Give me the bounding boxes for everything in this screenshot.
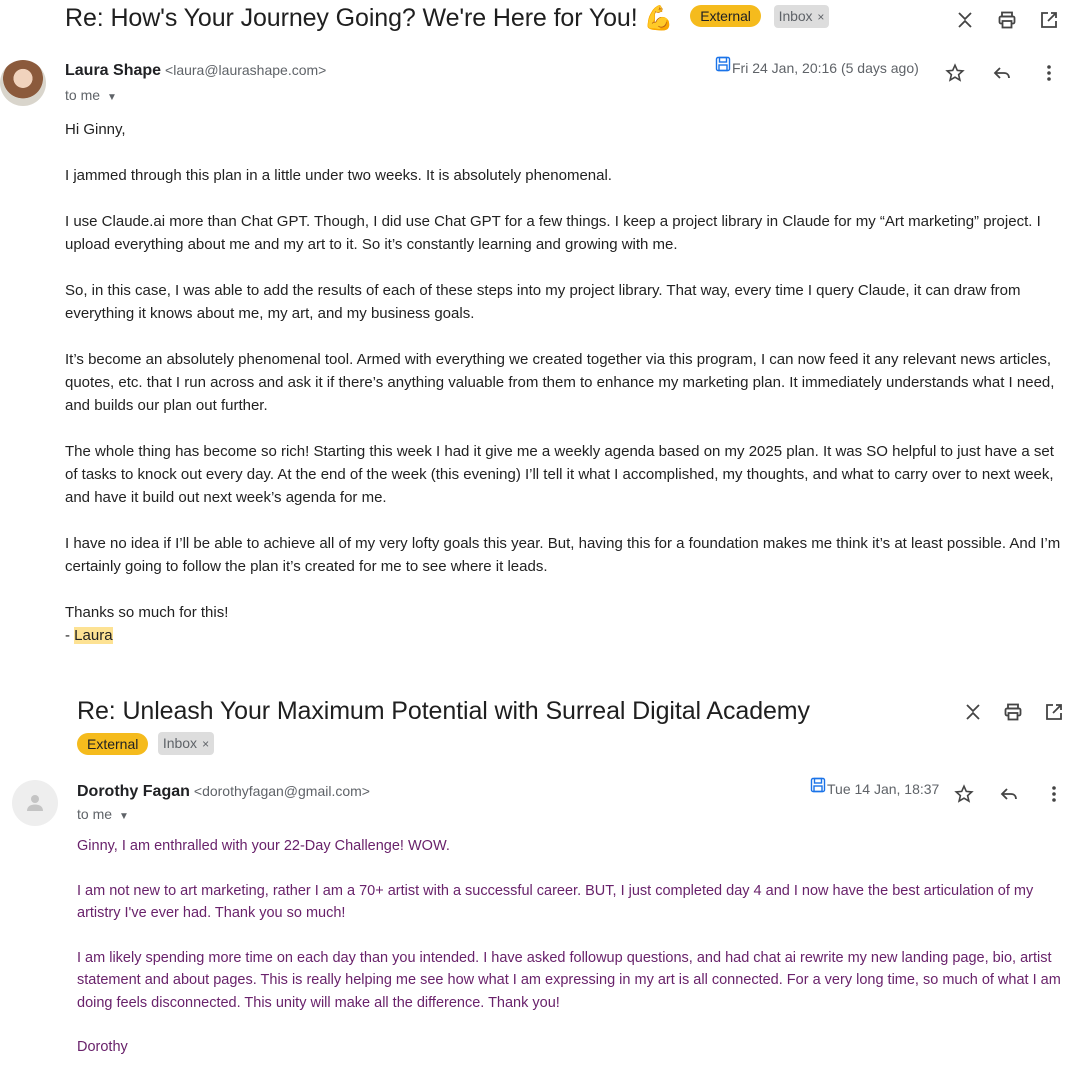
star-icon[interactable] — [943, 61, 967, 85]
email1-paragraph: So, in this case, I was able to add the … — [65, 282, 1021, 322]
inbox-label[interactable]: Inbox × — [157, 732, 215, 755]
chevron-down-icon[interactable]: ▼ — [119, 811, 129, 822]
signature-name: Laura — [74, 627, 113, 644]
reply-icon[interactable] — [997, 782, 1021, 806]
recipients-toggle[interactable]: to me ▼ — [77, 806, 129, 822]
email2-paragraph: I am not new to art marketing, rather I … — [77, 882, 1034, 922]
sender-line: Laura Shape <laura@laurashape.com> — [65, 62, 326, 80]
reply-icon[interactable] — [990, 61, 1014, 85]
sender-email: <laura@laurashape.com> — [165, 62, 327, 78]
email1-date-text: Fri 24 Jan, 20:16 (5 days ago) — [732, 60, 919, 76]
email1-subject-text: Re: How's Your Journey Going? We're Here… — [65, 4, 638, 32]
recipients-text: to me — [77, 806, 113, 822]
sender-avatar — [12, 780, 58, 826]
sender-name[interactable]: Laura Shape — [65, 62, 161, 79]
inbox-label[interactable]: Inbox × — [773, 4, 830, 28]
email2-paragraph: I am likely spending more time on each d… — [77, 949, 1061, 1011]
star-icon[interactable] — [952, 782, 976, 806]
email1-signature: - Laura — [65, 624, 1065, 647]
recipients-toggle[interactable]: to me ▼ — [65, 87, 117, 103]
inbox-label-text: Inbox — [778, 7, 813, 24]
sender-line: Dorothy Fagan <dorothyfagan@gmail.com> — [77, 783, 370, 801]
email1-subject: Re: How's Your Journey Going? We're Here… — [65, 4, 830, 33]
email2-subject: Re: Unleash Your Maximum Potential with … — [77, 697, 810, 725]
external-label: External — [77, 732, 149, 755]
flexed-biceps-emoji: 💪 — [643, 5, 674, 32]
chevron-down-icon[interactable]: ▼ — [107, 92, 117, 103]
recipients-text: to me — [65, 87, 101, 103]
signature-dash: - — [65, 627, 75, 644]
collapse-all-icon[interactable] — [961, 700, 985, 724]
remove-label-icon[interactable]: × — [202, 737, 209, 751]
external-label: External — [690, 5, 761, 28]
saved-disk-icon — [715, 56, 731, 72]
print-icon[interactable] — [995, 8, 1019, 32]
remove-label-icon[interactable]: × — [817, 10, 824, 24]
sender-avatar — [0, 60, 46, 106]
email2-date-text: Tue 14 Jan, 18:37 — [827, 781, 940, 797]
email1-date: Fri 24 Jan, 20:16 (5 days ago) — [715, 56, 919, 76]
email1-paragraph: I use Claude.ai more than Chat GPT. Thou… — [65, 213, 1041, 253]
email1-body: Hi Ginny, I jammed through this plan in … — [65, 118, 1065, 647]
email1-paragraph: I jammed through this plan in a little u… — [65, 167, 612, 184]
email1-greeting: Hi Ginny, — [65, 121, 126, 138]
open-in-new-window-icon[interactable] — [1042, 700, 1066, 724]
saved-disk-icon — [810, 777, 826, 793]
print-icon[interactable] — [1001, 700, 1025, 724]
collapse-all-icon[interactable] — [953, 8, 977, 32]
email2-labels: External Inbox × — [77, 732, 215, 755]
sender-email: <dorothyfagan@gmail.com> — [193, 783, 370, 799]
email2-paragraph: Ginny, I am enthralled with your 22-Day … — [77, 838, 450, 854]
email1-paragraph: The whole thing has become so rich! Star… — [65, 443, 1054, 506]
more-vert-icon[interactable] — [1042, 782, 1066, 806]
email2-body: Ginny, I am enthralled with your 22-Day … — [77, 835, 1072, 1080]
email2-signature: Dorothy — [77, 1039, 128, 1055]
open-in-new-window-icon[interactable] — [1037, 8, 1061, 32]
inbox-label-text: Inbox — [162, 735, 198, 751]
person-icon — [27, 795, 43, 811]
email1-closing: Thanks so much for this! — [65, 604, 229, 621]
sender-name[interactable]: Dorothy Fagan — [77, 783, 190, 800]
email2-date: Tue 14 Jan, 18:37 — [810, 777, 939, 797]
email1-paragraph: I have no idea if I’ll be able to achiev… — [65, 535, 1061, 575]
more-vert-icon[interactable] — [1037, 61, 1061, 85]
email1-paragraph: It’s become an absolutely phenomenal too… — [65, 351, 1055, 414]
